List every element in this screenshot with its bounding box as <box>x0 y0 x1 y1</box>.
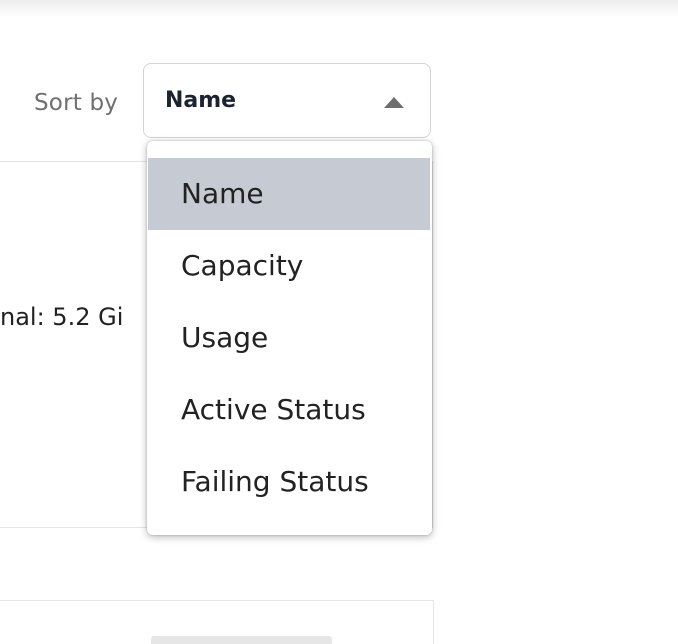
sort-option-usage[interactable]: Usage <box>148 302 430 374</box>
page: nal: 5.2 Gi Sort by Name Name Capacity U… <box>0 0 678 644</box>
sort-option-name[interactable]: Name <box>148 158 430 230</box>
card-placeholder-bar <box>151 636 332 644</box>
sort-dropdown-menu: Name Capacity Usage Active Status Failin… <box>147 141 432 535</box>
card-capacity-text: nal: 5.2 Gi <box>0 303 124 331</box>
caret-up-icon <box>384 97 404 108</box>
sort-option-capacity[interactable]: Capacity <box>148 230 430 302</box>
sort-select-value: Name <box>165 88 237 113</box>
sort-by-label: Sort by <box>34 90 119 116</box>
sort-option-active-status[interactable]: Active Status <box>148 374 430 446</box>
sort-option-failing-status[interactable]: Failing Status <box>148 446 430 518</box>
sort-select[interactable]: Name <box>143 63 431 138</box>
header-shadow <box>0 0 678 18</box>
